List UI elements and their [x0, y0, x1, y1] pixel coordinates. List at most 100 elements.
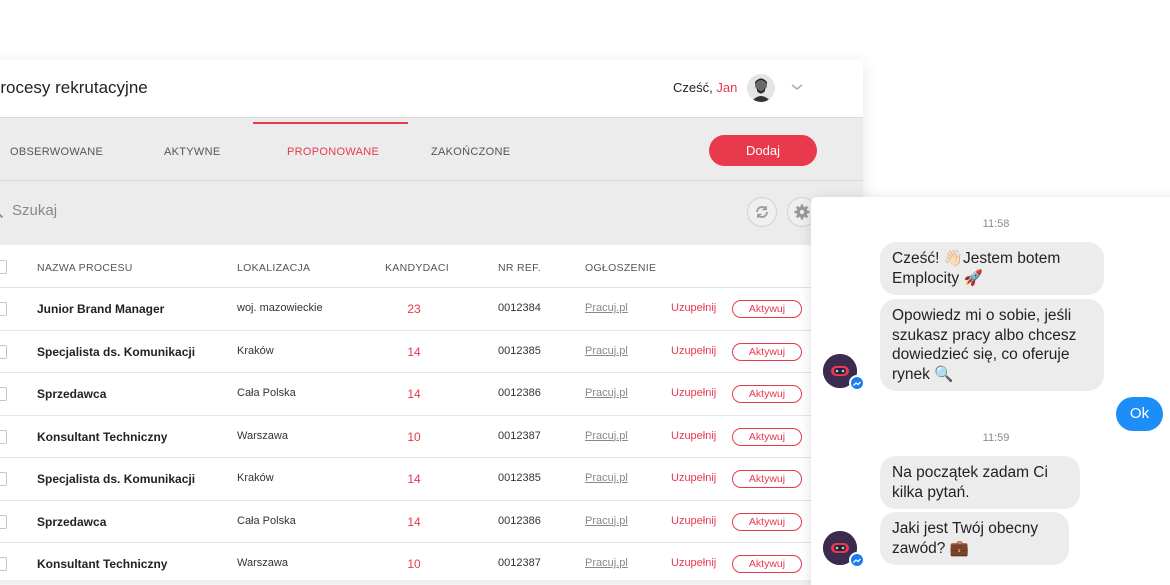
divider — [0, 180, 863, 181]
table-row[interactable]: Sprzedawca Cała Polska 14 0012386 Pracuj… — [0, 373, 863, 416]
fill-in-link[interactable]: Uzupełnij — [671, 472, 716, 484]
col-nr-ref[interactable]: NR REF. — [498, 262, 541, 274]
ad-link[interactable]: Pracuj.pl — [585, 387, 628, 399]
search-icon — [0, 203, 4, 219]
top-bar: Procesy rekrutacyjne Cześć, Jan — [0, 60, 863, 118]
col-lokalizacja[interactable]: LOKALIZACJA — [237, 262, 310, 274]
ad-link[interactable]: Pracuj.pl — [585, 430, 628, 442]
process-name[interactable]: Konsultant Techniczny — [37, 430, 167, 444]
table-header: NAZWA PROCESU LOKALIZACJA KANDYDACI NR R… — [0, 245, 863, 288]
location: Cała Polska — [237, 514, 296, 527]
fill-in-link[interactable]: Uzupełnij — [671, 345, 716, 357]
col-nazwa[interactable]: NAZWA PROCESU — [37, 262, 133, 274]
col-ogloszenie[interactable]: OGŁOSZENIE — [585, 262, 656, 274]
activate-button[interactable]: Aktywuj — [732, 385, 802, 403]
active-tab-indicator — [253, 122, 408, 124]
row-checkbox[interactable] — [0, 557, 7, 571]
ad-link[interactable]: Pracuj.pl — [585, 515, 628, 527]
select-all-checkbox[interactable] — [0, 260, 7, 274]
activate-button[interactable]: Aktywuj — [732, 470, 802, 488]
row-checkbox[interactable] — [0, 302, 7, 316]
ad-link[interactable]: Pracuj.pl — [585, 302, 628, 314]
bot-message: Na początek zadam Ci kilka pytań. — [880, 456, 1080, 509]
chevron-down-icon[interactable] — [789, 79, 805, 95]
fill-in-link[interactable]: Uzupełnij — [671, 387, 716, 399]
page-title: Procesy rekrutacyjne — [0, 78, 148, 97]
table-row[interactable]: Sprzedawca Cała Polska 14 0012386 Pracuj… — [0, 501, 863, 543]
candidate-count[interactable]: 10 — [399, 430, 429, 444]
refresh-button[interactable] — [747, 197, 777, 227]
fill-in-link[interactable]: Uzupełnij — [671, 515, 716, 527]
table-row[interactable]: Konsultant Techniczny Warszawa 10 001238… — [0, 543, 863, 580]
activate-button[interactable]: Aktywuj — [732, 300, 802, 318]
location: Warszawa — [237, 557, 288, 569]
fill-in-link[interactable]: Uzupełnij — [671, 557, 716, 569]
table-row[interactable]: Konsultant Techniczny Warszawa 10 001238… — [0, 416, 863, 458]
bot-message: Opowiedz mi o sobie, jeśli szukasz pracy… — [880, 299, 1104, 391]
activate-button[interactable]: Aktywuj — [732, 512, 802, 531]
ref-number: 0012387 — [498, 557, 541, 569]
row-checkbox[interactable] — [0, 472, 7, 486]
messenger-icon — [849, 375, 865, 391]
table-row[interactable]: Specjalista ds. Komunikacji Kraków 14 00… — [0, 458, 863, 501]
fill-in-link[interactable]: Uzupełnij — [671, 430, 716, 442]
activate-button[interactable]: Aktywuj — [732, 427, 802, 446]
table-row[interactable]: Specjalista ds. Komunikacji Kraków 14 00… — [0, 331, 863, 373]
location: Kraków — [237, 344, 274, 357]
table-row[interactable]: Junior Brand Manager woj. mazowieckie 23… — [0, 288, 863, 331]
process-name[interactable]: Junior Brand Manager — [37, 302, 164, 316]
activate-button[interactable]: Aktywuj — [732, 342, 802, 361]
process-name[interactable]: Konsultant Techniczny — [37, 557, 167, 571]
candidate-count[interactable]: 14 — [399, 387, 429, 401]
ref-number: 0012386 — [498, 387, 541, 399]
candidate-count[interactable]: 14 — [399, 345, 429, 359]
location: Warszawa — [237, 429, 288, 442]
process-name[interactable]: Sprzedawca — [37, 515, 106, 529]
bot-message: Cześć! 👋🏻Jestem botem Emplocity 🚀 — [880, 242, 1104, 295]
ad-link[interactable]: Pracuj.pl — [585, 472, 628, 484]
row-checkbox[interactable] — [0, 514, 7, 529]
tab-proponowane[interactable]: PROPONOWANE — [287, 146, 379, 158]
ref-number: 0012386 — [498, 514, 541, 527]
bot-message: Jaki jest Twój obecny zawód? 💼 — [880, 512, 1069, 565]
refresh-icon — [756, 206, 768, 218]
user-name[interactable]: Jan — [716, 80, 737, 95]
ref-number: 0012387 — [498, 429, 541, 442]
ref-number: 0012384 — [498, 302, 541, 314]
chat-timestamp: 11:58 — [982, 218, 1010, 230]
process-table: NAZWA PROCESU LOKALIZACJA KANDYDACI NR R… — [0, 245, 863, 580]
tab-obserwowane[interactable]: OBSERWOWANE — [10, 146, 103, 158]
process-name[interactable]: Sprzedawca — [37, 387, 106, 401]
recruitment-app: Procesy rekrutacyjne Cześć, Jan OBSERWOW… — [0, 60, 863, 580]
candidate-count[interactable]: 14 — [399, 472, 429, 486]
chat-window: 11:58 Cześć! 👋🏻Jestem botem Emplocity 🚀 … — [811, 197, 1170, 585]
tab-zakonczone[interactable]: ZAKOŃCZONE — [431, 146, 510, 158]
col-kandydaci[interactable]: KANDYDACI — [385, 262, 449, 274]
process-name[interactable]: Specjalista ds. Komunikacji — [37, 472, 195, 486]
search-input[interactable]: Szukaj — [12, 202, 57, 219]
messenger-icon — [849, 552, 865, 568]
add-button[interactable]: Dodaj — [709, 135, 817, 166]
location: woj. mazowieckie — [237, 302, 323, 314]
chat-timestamp: 11:59 — [982, 432, 1010, 444]
row-checkbox[interactable] — [0, 429, 7, 444]
candidate-count[interactable]: 14 — [399, 515, 429, 529]
ad-link[interactable]: Pracuj.pl — [585, 557, 628, 569]
activate-button[interactable]: Aktywuj — [732, 555, 802, 573]
candidate-count[interactable]: 10 — [399, 557, 429, 571]
tab-aktywne[interactable]: AKTYWNE — [164, 146, 221, 158]
fill-in-link[interactable]: Uzupełnij — [671, 302, 716, 314]
ad-link[interactable]: Pracuj.pl — [585, 345, 628, 357]
greeting-prefix: Cześć, — [673, 80, 713, 95]
location: Kraków — [237, 472, 274, 484]
greeting: Cześć, Jan — [673, 80, 737, 95]
candidate-count[interactable]: 23 — [399, 302, 429, 316]
row-checkbox[interactable] — [0, 387, 7, 401]
process-name[interactable]: Specjalista ds. Komunikacji — [37, 345, 195, 359]
ref-number: 0012385 — [498, 344, 541, 357]
screen: Procesy rekrutacyjne Cześć, Jan OBSERWOW… — [0, 0, 1170, 585]
row-checkbox[interactable] — [0, 344, 7, 359]
user-avatar[interactable] — [747, 74, 775, 102]
ref-number: 0012385 — [498, 472, 541, 484]
user-message: Ok — [1116, 397, 1163, 431]
